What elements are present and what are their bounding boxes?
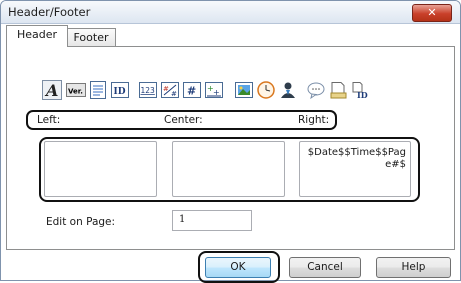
svg-text:ID: ID — [357, 90, 368, 100]
document-icon[interactable] — [88, 80, 108, 100]
close-button[interactable]: ✕ — [412, 4, 452, 22]
left-field[interactable] — [44, 141, 157, 197]
cancel-button[interactable]: Cancel — [289, 257, 361, 278]
tab-header[interactable]: Header — [6, 25, 68, 47]
dialog-title: Header/Footer — [8, 5, 91, 19]
title-bar: Header/Footer ✕ — [1, 1, 460, 24]
clock-icon[interactable] — [256, 80, 276, 100]
page-count-icon[interactable]: # # — [160, 80, 180, 100]
left-label: Left: — [37, 114, 61, 126]
file-icon[interactable] — [328, 80, 348, 100]
file-id-icon[interactable]: ID — [350, 80, 370, 100]
tab-footer[interactable]: Footer — [66, 28, 116, 48]
page-number-icon[interactable]: 123 — [138, 80, 158, 100]
svg-text:A: A — [44, 81, 58, 100]
version-icon[interactable]: Ver. — [66, 80, 86, 100]
help-button[interactable]: Help — [376, 257, 451, 278]
svg-text:#: # — [187, 85, 196, 98]
svg-text:Ver.: Ver. — [68, 88, 83, 96]
hash-icon[interactable]: # — [182, 80, 202, 100]
right-field[interactable]: $Date$$Time$$Page#$ — [299, 141, 411, 197]
edit-on-page-label: Edit on Page: — [46, 216, 116, 228]
svg-text:#: # — [171, 90, 177, 98]
image-icon[interactable] — [234, 80, 254, 100]
close-icon[interactable]: ✕ — [427, 6, 436, 19]
svg-text:ID: ID — [114, 87, 126, 97]
person-icon[interactable] — [278, 80, 298, 100]
right-label: Right: — [298, 114, 330, 126]
id-icon[interactable]: ID — [110, 80, 130, 100]
center-label: Center: — [164, 114, 203, 126]
font-icon[interactable]: A — [42, 80, 62, 100]
section-labels-highlight: Left: Center: Right: — [26, 110, 337, 130]
edit-on-page-input[interactable]: 1 — [172, 210, 252, 231]
svg-text:123: 123 — [141, 86, 156, 95]
add-field-icon[interactable]: + + — [204, 80, 224, 100]
center-field[interactable] — [172, 141, 285, 197]
comment-icon[interactable] — [306, 80, 326, 100]
ok-button[interactable]: OK — [205, 257, 271, 278]
